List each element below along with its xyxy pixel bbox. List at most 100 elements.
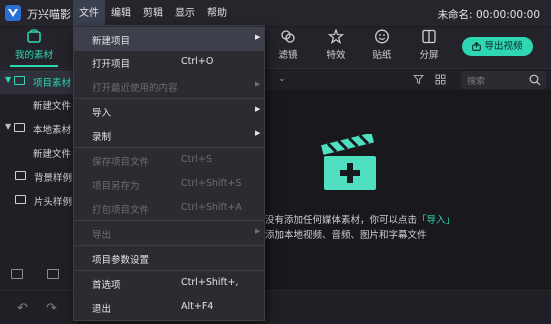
sidebar-item-label: 本地素材 <box>33 125 72 136</box>
media-library-sidebar: ▼ 项目素材 新建文件 ▼ 本地素材 新建文件 背景样例 片头样例 <box>0 70 73 290</box>
menu-item-label: 新建项目 <box>92 36 131 47</box>
expand-arrow-icon[interactable]: ▼ <box>5 75 11 84</box>
menu-item-label: 退出 <box>92 304 112 315</box>
search-input[interactable]: 搜索 <box>461 71 546 89</box>
tab-split-screen-label: 分屏 <box>419 50 439 61</box>
menu-item-pack-project: 打包项目文件 Ctrl+Shift+A <box>74 196 264 220</box>
menu-item-shortcut: Ctrl+Shift+, <box>181 277 239 288</box>
menu-item-label: 打包项目文件 <box>92 205 150 216</box>
menu-item-label: 首选项 <box>92 280 121 291</box>
app-name: 万兴喵影 <box>27 8 71 21</box>
sidebar-item-label: 片头样例 <box>34 197 73 208</box>
sidebar-bottom-actions <box>0 262 73 290</box>
menu-file[interactable]: 文件 <box>73 0 105 27</box>
menu-item-shortcut: Ctrl+S <box>181 154 212 165</box>
app-logo-icon <box>5 5 21 21</box>
funnel-filter-icon[interactable] <box>413 74 424 85</box>
menu-item-label: 导入 <box>92 108 112 119</box>
tab-stickers-label: 贴纸 <box>372 50 392 61</box>
menu-item-export: 导出 ▶ <box>74 221 264 245</box>
menu-item-label: 保存项目文件 <box>92 157 150 168</box>
sidebar-item-new-folder-1[interactable]: 新建文件 <box>0 93 73 117</box>
menu-item-shortcut: Ctrl+O <box>181 56 214 67</box>
import-link[interactable]: 「导入」 <box>417 215 455 226</box>
clapperboard-icon <box>321 134 376 190</box>
sidebar-item-new-folder-2[interactable]: 新建文件 <box>0 141 73 165</box>
sidebar-item-project-media[interactable]: ▼ 项目素材 <box>0 70 73 94</box>
empty-state-text: 没有添加任何媒体素材，你可以点击 <box>265 215 418 226</box>
menu-item-label: 项目另存为 <box>92 181 140 192</box>
folder-icon <box>14 123 25 132</box>
media-box-icon <box>27 29 41 43</box>
add-folder-icon[interactable] <box>11 269 23 279</box>
menu-item-label: 打开项目 <box>92 59 131 70</box>
menu-item-label: 导出 <box>92 230 112 241</box>
folder-icon <box>14 76 25 85</box>
effects-icon <box>328 29 344 44</box>
export-icon <box>472 41 482 51</box>
menu-item-save-as: 项目另存为 Ctrl+Shift+S <box>74 172 264 196</box>
sidebar-item-local-media[interactable]: ▼ 本地素材 <box>0 117 73 141</box>
menu-bar: 文件 编辑 剪辑 显示 帮助 <box>73 0 233 27</box>
menu-edit[interactable]: 编辑 <box>105 0 137 27</box>
tab-my-media[interactable]: 我的素材 <box>14 29 54 61</box>
menu-help[interactable]: 帮助 <box>201 0 233 27</box>
folder-icon <box>15 195 26 204</box>
sidebar-item-intro-samples[interactable]: 片头样例 <box>0 189 73 213</box>
menu-clip[interactable]: 剪辑 <box>137 0 169 27</box>
submenu-arrow-icon: ▶ <box>255 129 261 137</box>
menu-item-open-project[interactable]: 打开项目 Ctrl+O <box>74 50 264 74</box>
menu-item-shortcut: Ctrl+Shift+A <box>181 202 242 213</box>
folder-icon[interactable] <box>47 269 59 279</box>
sidebar-item-label: 新建文件 <box>33 149 72 160</box>
menu-item-open-recent: 打开最近使用的内容 ▶ <box>74 74 264 98</box>
sidebar-item-label: 新建文件 <box>33 101 72 112</box>
chevron-down-icon[interactable]: ⌄ <box>278 74 286 84</box>
sticker-icon <box>375 29 389 44</box>
active-tab-indicator <box>10 65 58 67</box>
menu-item-label: 项目参数设置 <box>92 255 150 266</box>
submenu-arrow-icon: ▶ <box>255 105 261 113</box>
empty-state-line-1: 没有添加任何媒体素材，你可以点击「导入」 <box>265 212 455 226</box>
filter-icon <box>281 30 295 43</box>
folder-icon <box>15 171 26 180</box>
export-video-label: 导出视频 <box>484 41 523 52</box>
sidebar-item-label: 背景样例 <box>34 173 73 184</box>
project-title-timecode: 未命名: 00:00:00:00 <box>437 9 540 21</box>
sidebar-item-label: 项目素材 <box>33 78 72 89</box>
menu-item-shortcut: Alt+F4 <box>181 301 214 312</box>
submenu-arrow-icon: ▶ <box>255 33 261 41</box>
tab-filters-label: 滤镜 <box>278 50 298 61</box>
menu-item-save-project: 保存项目文件 Ctrl+S <box>74 148 264 172</box>
menu-item-preferences[interactable]: 首选项 Ctrl+Shift+, <box>74 271 264 295</box>
search-icon[interactable] <box>529 74 541 86</box>
grid-view-icon[interactable] <box>435 74 446 85</box>
menu-item-import[interactable]: 导入 ▶ <box>74 99 264 123</box>
tab-effects[interactable]: 特效 <box>316 29 356 61</box>
undo-icon[interactable]: ↶ <box>17 301 28 316</box>
file-menu-dropdown: 新建项目 ▶ 打开项目 Ctrl+O 打开最近使用的内容 ▶ 导入 ▶ 录制 ▶… <box>73 25 265 321</box>
expand-arrow-icon[interactable]: ▼ <box>5 122 11 131</box>
menu-item-exit[interactable]: 退出 Alt+F4 <box>74 295 264 319</box>
export-video-button[interactable]: 导出视频 <box>462 37 533 56</box>
menu-item-project-settings[interactable]: 项目参数设置 <box>74 246 264 270</box>
tab-effects-label: 特效 <box>326 50 346 61</box>
menu-item-new-project[interactable]: 新建项目 ▶ <box>74 27 264 51</box>
empty-state-line-2: 添加本地视频、音频、图片和字幕文件 <box>265 230 427 241</box>
submenu-arrow-icon: ▶ <box>255 227 261 235</box>
redo-icon[interactable]: ↷ <box>46 301 57 316</box>
menu-item-label: 打开最近使用的内容 <box>92 83 178 94</box>
tab-filters[interactable]: 滤镜 <box>268 29 308 61</box>
submenu-arrow-icon: ▶ <box>255 80 261 88</box>
tab-split-screen[interactable]: 分屏 <box>409 29 449 61</box>
menu-item-label: 录制 <box>92 132 112 143</box>
menu-item-record[interactable]: 录制 ▶ <box>74 123 264 147</box>
search-placeholder: 搜索 <box>467 77 486 87</box>
menu-view[interactable]: 显示 <box>169 0 201 27</box>
tab-stickers[interactable]: 贴纸 <box>362 29 402 61</box>
sidebar-item-background-samples[interactable]: 背景样例 <box>0 165 73 189</box>
tab-my-media-label: 我的素材 <box>14 50 53 61</box>
menu-item-shortcut: Ctrl+Shift+S <box>181 178 242 189</box>
title-bar: 万兴喵影 文件 编辑 剪辑 显示 帮助 未命名: 00:00:00:00 <box>0 0 551 27</box>
split-screen-icon <box>422 29 436 44</box>
